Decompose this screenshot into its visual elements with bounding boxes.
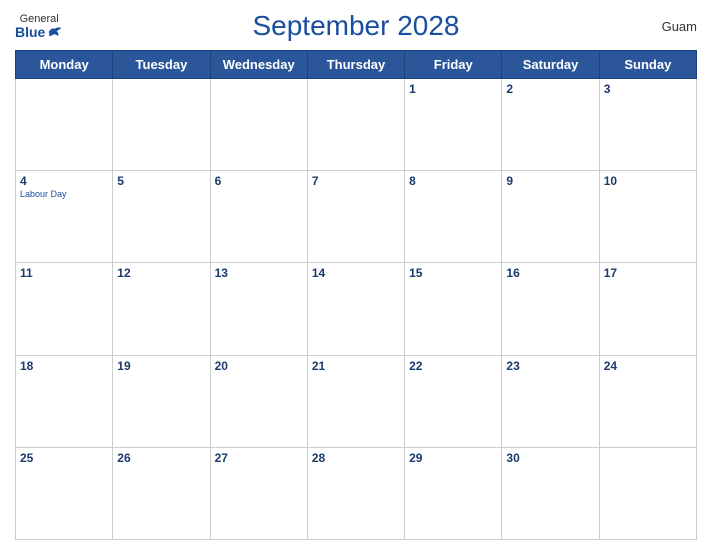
calendar-cell: 24 <box>599 355 696 447</box>
day-number: 17 <box>604 266 692 280</box>
page-title: September 2028 <box>252 10 459 42</box>
week-row-3: 11 12 13 14 15 16 17 <box>16 263 697 355</box>
day-number: 7 <box>312 174 400 188</box>
calendar-cell: 3 <box>599 79 696 171</box>
weekday-monday: Monday <box>16 51 113 79</box>
calendar-cell <box>599 447 696 539</box>
calendar-cell: 14 <box>307 263 404 355</box>
holiday-label: Labour Day <box>20 189 108 199</box>
logo: General Blue <box>15 14 63 39</box>
calendar-cell: 4Labour Day <box>16 171 113 263</box>
day-number: 6 <box>215 174 303 188</box>
calendar-cell: 10 <box>599 171 696 263</box>
calendar-cell: 11 <box>16 263 113 355</box>
day-number: 20 <box>215 359 303 373</box>
day-number: 21 <box>312 359 400 373</box>
calendar-cell: 2 <box>502 79 599 171</box>
weekday-header-row: MondayTuesdayWednesdayThursdayFridaySatu… <box>16 51 697 79</box>
calendar-cell: 19 <box>113 355 210 447</box>
calendar-cell: 1 <box>405 79 502 171</box>
calendar-cell: 22 <box>405 355 502 447</box>
calendar-cell: 27 <box>210 447 307 539</box>
country-label: Guam <box>662 19 697 34</box>
calendar-cell: 18 <box>16 355 113 447</box>
calendar-cell: 15 <box>405 263 502 355</box>
day-number: 18 <box>20 359 108 373</box>
calendar-cell: 5 <box>113 171 210 263</box>
weekday-friday: Friday <box>405 51 502 79</box>
calendar-cell: 21 <box>307 355 404 447</box>
day-number: 3 <box>604 82 692 96</box>
week-row-1: 123 <box>16 79 697 171</box>
weekday-wednesday: Wednesday <box>210 51 307 79</box>
day-number: 10 <box>604 174 692 188</box>
calendar-cell: 28 <box>307 447 404 539</box>
calendar-cell: 20 <box>210 355 307 447</box>
calendar-cell: 25 <box>16 447 113 539</box>
logo-general-text: General <box>20 14 59 25</box>
day-number: 2 <box>506 82 594 96</box>
calendar-cell: 12 <box>113 263 210 355</box>
week-row-2: 4Labour Day 56789 10 <box>16 171 697 263</box>
calendar-cell <box>307 79 404 171</box>
day-number: 30 <box>506 451 594 465</box>
calendar-cell: 23 <box>502 355 599 447</box>
day-number: 22 <box>409 359 497 373</box>
calendar-cell: 16 <box>502 263 599 355</box>
day-number: 9 <box>506 174 594 188</box>
week-row-4: 18 19 20 21 22 23 24 <box>16 355 697 447</box>
calendar-header: General Blue September 2028 Guam <box>15 10 697 42</box>
day-number: 26 <box>117 451 205 465</box>
day-number: 23 <box>506 359 594 373</box>
calendar-cell: 13 <box>210 263 307 355</box>
day-number: 28 <box>312 451 400 465</box>
calendar-cell: 8 <box>405 171 502 263</box>
day-number: 8 <box>409 174 497 188</box>
logo-blue-text: Blue <box>15 25 63 39</box>
calendar-cell: 17 <box>599 263 696 355</box>
day-number: 15 <box>409 266 497 280</box>
day-number: 29 <box>409 451 497 465</box>
day-number: 16 <box>506 266 594 280</box>
calendar-cell: 30 <box>502 447 599 539</box>
day-number: 5 <box>117 174 205 188</box>
calendar-cell: 7 <box>307 171 404 263</box>
weekday-saturday: Saturday <box>502 51 599 79</box>
day-number: 14 <box>312 266 400 280</box>
day-number: 12 <box>117 266 205 280</box>
logo-bird-icon <box>47 25 63 39</box>
calendar-cell: 26 <box>113 447 210 539</box>
calendar-cell <box>210 79 307 171</box>
calendar-cell <box>113 79 210 171</box>
day-number: 24 <box>604 359 692 373</box>
day-number: 1 <box>409 82 497 96</box>
day-number: 4 <box>20 174 108 188</box>
day-number: 27 <box>215 451 303 465</box>
day-number: 11 <box>20 266 108 280</box>
day-number: 25 <box>20 451 108 465</box>
weekday-tuesday: Tuesday <box>113 51 210 79</box>
weekday-sunday: Sunday <box>599 51 696 79</box>
calendar-cell: 6 <box>210 171 307 263</box>
day-number: 13 <box>215 266 303 280</box>
calendar-cell: 29 <box>405 447 502 539</box>
calendar-table: MondayTuesdayWednesdayThursdayFridaySatu… <box>15 50 697 540</box>
week-row-5: 25 26 27 28 29 30 <box>16 447 697 539</box>
weekday-thursday: Thursday <box>307 51 404 79</box>
calendar-cell: 9 <box>502 171 599 263</box>
calendar-cell <box>16 79 113 171</box>
day-number: 19 <box>117 359 205 373</box>
